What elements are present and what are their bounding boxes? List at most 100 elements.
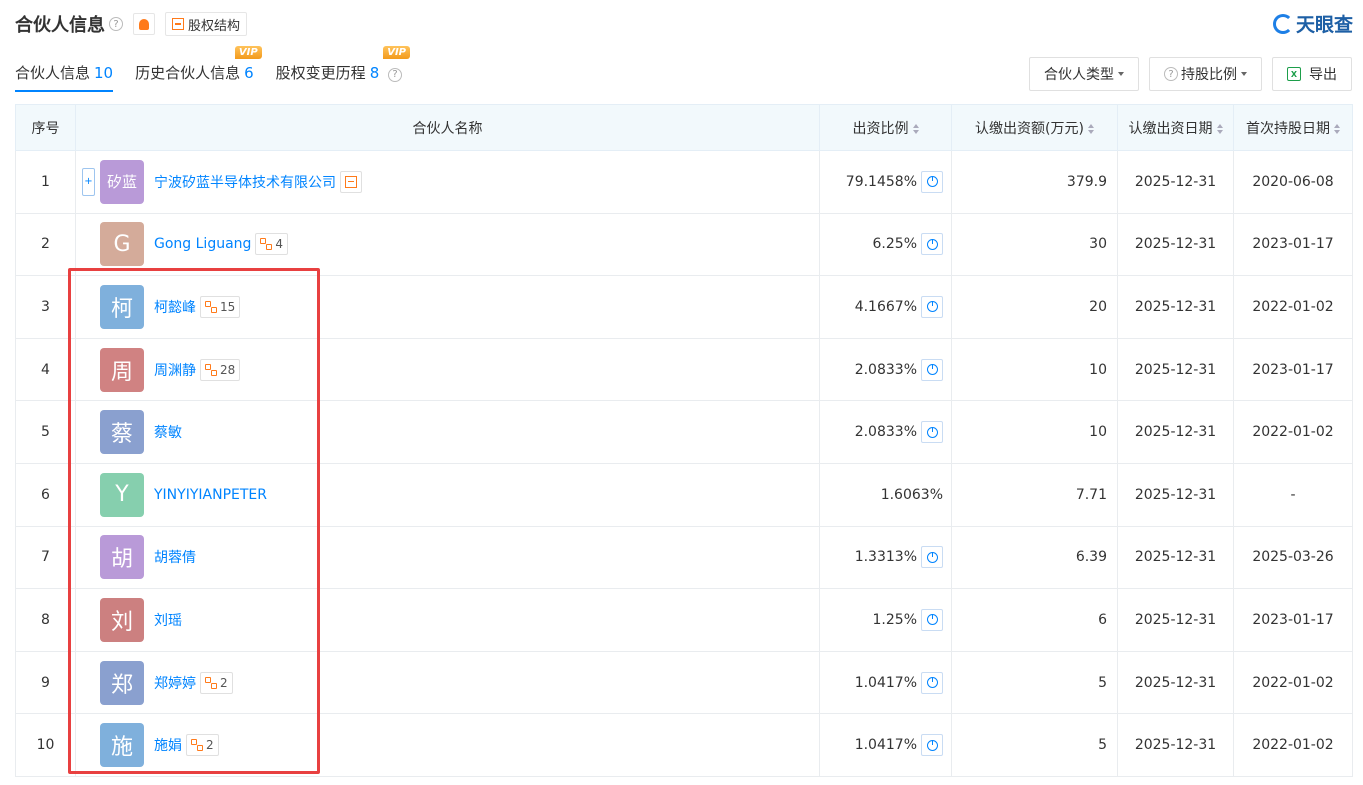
- structure-icon: [172, 18, 184, 30]
- export-button[interactable]: X 导出: [1272, 57, 1352, 91]
- sort-icon[interactable]: [1216, 123, 1223, 134]
- first-date-cell: 2022-01-02: [1233, 650, 1353, 715]
- row-index: 10: [15, 713, 76, 777]
- ratio-chart-button[interactable]: [921, 170, 943, 193]
- ratio-value: 1.3313%: [854, 549, 917, 566]
- amount-cell: 20: [951, 275, 1118, 339]
- partner-name-link[interactable]: 周渊静: [154, 360, 196, 380]
- col-header-amount-label: 认缴出资额(万元): [975, 120, 1084, 137]
- col-header-index: 序号: [15, 104, 76, 151]
- ratio-chart-button[interactable]: [921, 546, 943, 569]
- partner-name-wrap: 柯柯懿峰 15: [82, 284, 819, 329]
- amount-cell: 6: [951, 588, 1118, 652]
- ratio-cell: 1.0417%: [819, 650, 952, 715]
- avatar[interactable]: 刘: [100, 597, 144, 642]
- col-header-first-date-label: 首次持股日期: [1246, 120, 1330, 137]
- ratio-value: 4.1667%: [854, 298, 917, 315]
- avatar[interactable]: 柯: [100, 284, 144, 329]
- holding-ratio-filter[interactable]: ? 持股比例: [1149, 57, 1262, 91]
- monitor-button[interactable]: [133, 13, 155, 35]
- partner-name-link[interactable]: 柯懿峰: [154, 297, 196, 317]
- partner-name-link[interactable]: 刘瑶: [154, 610, 182, 630]
- first-date-cell: 2023-01-17: [1233, 337, 1353, 402]
- row-index: 4: [15, 337, 76, 402]
- help-icon[interactable]: ?: [388, 67, 403, 82]
- ratio-cell: 79.1458%: [819, 150, 952, 214]
- equity-structure-button[interactable]: 股权结构: [165, 12, 248, 36]
- partner-name-wrap: 蔡蔡敏: [82, 410, 819, 455]
- ratio-chart-button[interactable]: [921, 358, 943, 381]
- avatar[interactable]: 施: [100, 723, 144, 768]
- tab-count: 6: [244, 64, 254, 82]
- partner-type-filter[interactable]: 合伙人类型: [1029, 57, 1139, 91]
- partner-name-link[interactable]: 宁波矽蓝半导体技术有限公司: [154, 172, 336, 192]
- avatar[interactable]: 矽蓝: [100, 159, 144, 204]
- partner-cell: 郑郑婷婷 2: [75, 650, 820, 715]
- avatar[interactable]: 蔡: [100, 410, 144, 455]
- related-count: 2: [206, 738, 214, 753]
- ratio-chart-button[interactable]: [921, 734, 943, 757]
- col-header-amount[interactable]: 认缴出资额(万元): [951, 104, 1118, 151]
- partner-name-link[interactable]: 郑婷婷: [154, 673, 196, 693]
- partner-name-link[interactable]: YINYIYIANPETER: [154, 487, 267, 503]
- pay-date-cell: 2025-12-31: [1117, 588, 1234, 652]
- table-row: 7 胡胡蓉倩 1.3313% 6.39 2025-12-31 2025-03-26: [15, 525, 1353, 590]
- first-date-cell: -: [1233, 462, 1353, 527]
- avatar[interactable]: G: [100, 222, 144, 267]
- related-company-badge[interactable]: 28: [200, 358, 241, 381]
- col-header-pay-date[interactable]: 认缴出资日期: [1117, 104, 1234, 151]
- first-date-cell: 2025-03-26: [1233, 525, 1353, 590]
- help-icon[interactable]: ?: [109, 17, 123, 31]
- ratio-chart-button[interactable]: [921, 295, 943, 318]
- partner-name-wrap: + 矽蓝 宁波矽蓝半导体技术有限公司: [82, 159, 819, 204]
- partner-name-wrap: G Gong Liguang 4: [82, 222, 819, 267]
- ratio-chart-button[interactable]: [921, 671, 943, 694]
- pay-date-cell: 2025-12-31: [1117, 150, 1234, 214]
- partner-name-link[interactable]: 施娟: [154, 735, 182, 755]
- pie-chart-icon: [926, 551, 938, 563]
- tab-partner-info[interactable]: 合伙人信息 10: [15, 60, 114, 92]
- related-company-badge[interactable]: 4: [255, 233, 289, 256]
- related-company-badge[interactable]: 15: [200, 295, 241, 318]
- related-company-badge[interactable]: 2: [200, 671, 233, 694]
- partner-type-label: 合伙人类型: [1044, 67, 1114, 83]
- ratio-value: 1.0417%: [854, 674, 917, 691]
- row-index: 1: [15, 150, 76, 214]
- ratio-chart-button[interactable]: [921, 421, 943, 444]
- sort-icon[interactable]: [1334, 123, 1340, 134]
- avatar[interactable]: Y: [100, 472, 144, 517]
- col-header-pay-date-label: 认缴出资日期: [1128, 120, 1213, 137]
- related-company-badge[interactable]: 2: [186, 734, 219, 757]
- tab-equity-change-history[interactable]: 股权变更历程 8 VIP ?: [276, 46, 411, 92]
- col-header-name: 合伙人名称: [75, 104, 820, 151]
- col-header-ratio[interactable]: 出资比例: [819, 104, 952, 151]
- first-date-cell: 2022-01-02: [1233, 275, 1353, 339]
- pie-chart-icon: [926, 238, 938, 250]
- amount-cell: 5: [951, 713, 1118, 777]
- tab-count: 8: [369, 64, 380, 82]
- partner-name-link[interactable]: 蔡敏: [154, 422, 182, 442]
- avatar[interactable]: 胡: [100, 535, 144, 580]
- table-body: 1 + 矽蓝 宁波矽蓝半导体技术有限公司 79.1458% 379.9 2025-12-31…: [15, 150, 1353, 777]
- ratio-cell: 1.3313%: [819, 525, 952, 590]
- chevron-down-icon: [1118, 72, 1124, 76]
- expand-button[interactable]: +: [82, 167, 95, 196]
- partner-name-wrap: 刘刘瑶: [82, 597, 819, 642]
- equity-structure-badge[interactable]: [340, 170, 362, 193]
- partner-name-link[interactable]: Gong Liguang: [154, 236, 251, 252]
- ratio-chart-button[interactable]: [921, 608, 943, 631]
- partner-name-wrap: 胡胡蓉倩: [82, 535, 819, 580]
- first-date-cell: 2023-01-17: [1233, 212, 1353, 277]
- relation-icon: [260, 238, 273, 251]
- table-row: 3 柯柯懿峰 15 4.1667% 20 2025-12-31 2022-01-02: [15, 275, 1353, 339]
- pay-date-cell: 2025-12-31: [1117, 462, 1234, 527]
- tab-label: 历史合伙人信息: [135, 64, 241, 82]
- avatar[interactable]: 周: [100, 347, 144, 392]
- col-header-first-date[interactable]: 首次持股日期: [1233, 104, 1353, 151]
- tab-history-partners[interactable]: 历史合伙人信息 6 VIP: [135, 46, 262, 92]
- partner-name-link[interactable]: 胡蓉倩: [154, 547, 196, 567]
- sort-icon[interactable]: [912, 123, 919, 134]
- ratio-chart-button[interactable]: [921, 233, 943, 256]
- sort-icon[interactable]: [1087, 123, 1094, 134]
- avatar[interactable]: 郑: [100, 660, 144, 705]
